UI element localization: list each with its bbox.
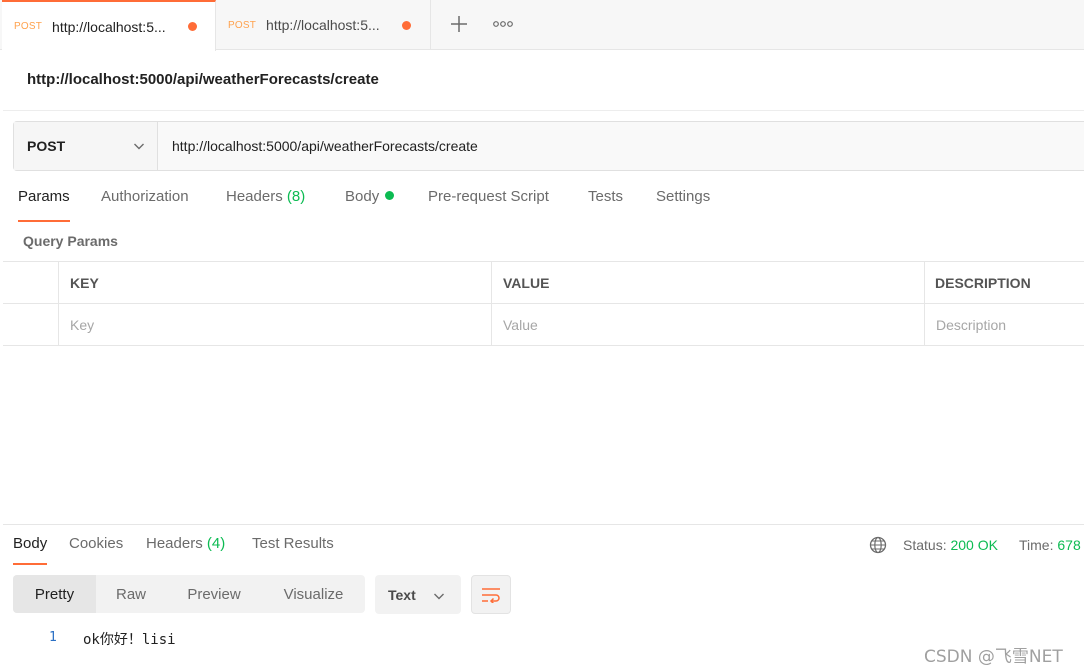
column-header-description: DESCRIPTION: [935, 274, 1031, 291]
tab-tests[interactable]: Tests: [588, 188, 623, 222]
response-tab-cookies[interactable]: Cookies: [69, 535, 123, 565]
active-tab-underline: [18, 220, 70, 222]
tab-label: Body: [13, 535, 48, 552]
response-divider[interactable]: [3, 524, 1084, 525]
unsaved-dot-icon: [402, 20, 412, 30]
request-tab-2[interactable]: POST http://localhost:5...: [216, 0, 431, 50]
view-pretty-button[interactable]: Pretty: [13, 575, 96, 613]
response-body-text: ok你好！lisi: [83, 632, 176, 648]
tab-title: http://localhost:5...: [52, 18, 166, 35]
tab-label: Test Results: [252, 535, 334, 552]
response-tab-headers[interactable]: Headers (4): [146, 535, 225, 565]
globe-icon[interactable]: [869, 536, 887, 554]
line-number: 1: [49, 630, 57, 645]
status-value[interactable]: 200 OK: [950, 537, 997, 553]
chevron-down-icon: [433, 589, 445, 605]
tab-label: Settings: [656, 188, 711, 205]
wrap-lines-icon[interactable]: [471, 575, 511, 614]
response-tab-body[interactable]: Body: [13, 535, 48, 565]
key-input[interactable]: Key: [59, 304, 491, 345]
active-tab-underline: [13, 563, 48, 565]
tab-label: Authorization: [101, 188, 189, 205]
request-tab-1[interactable]: POST http://localhost:5...: [2, 0, 216, 51]
time-value[interactable]: 678: [1057, 537, 1080, 553]
tab-label: Headers: [226, 188, 283, 205]
url-input[interactable]: http://localhost:5000/api/weatherForecas…: [172, 122, 1072, 170]
column-divider: [491, 262, 492, 345]
watermark: CSDN @飞雪NET: [924, 647, 1063, 667]
response-time: Time: 678: [1019, 537, 1081, 553]
query-params-table: KEY VALUE DESCRIPTION Key Value Descript…: [3, 261, 1084, 346]
view-preview-button[interactable]: Preview: [166, 575, 262, 613]
body-indicator-dot-icon: [385, 191, 395, 200]
url-bar: POST http://localhost:5000/api/weatherFo…: [13, 121, 1084, 171]
new-tab-plus-icon[interactable]: [446, 10, 472, 38]
query-params-title: Query Params: [23, 233, 118, 249]
view-raw-button[interactable]: Raw: [96, 575, 166, 613]
tab-label: Tests: [588, 188, 624, 205]
tab-label: Cookies: [69, 535, 124, 552]
tab-label: Params: [18, 188, 70, 205]
tab-method-label: POST: [14, 21, 43, 32]
headers-count: (4): [206, 535, 226, 552]
tab-method-label: POST: [228, 19, 257, 31]
tab-bar: POST http://localhost:5... POST http://l…: [0, 0, 1084, 51]
table-row: Key Value Description: [3, 304, 1084, 346]
method-dropdown[interactable]: POST: [14, 122, 158, 170]
more-options-icon[interactable]: [490, 12, 516, 36]
column-header-key: KEY: [70, 274, 99, 291]
column-divider: [924, 262, 925, 345]
request-name[interactable]: http://localhost:5000/api/weatherForecas…: [27, 71, 379, 88]
divider: [3, 110, 1084, 111]
view-visualize-button[interactable]: Visualize: [262, 575, 365, 613]
tab-pre-request-script[interactable]: Pre-request Script: [428, 188, 549, 222]
tab-label: Pre-request Script: [428, 188, 549, 205]
tab-headers[interactable]: Headers (8): [226, 188, 305, 222]
response-status: Status: 200 OK: [903, 537, 998, 553]
value-input[interactable]: Value: [492, 304, 924, 345]
response-view-switcher: Pretty Raw Preview Visualize: [13, 575, 365, 613]
tab-params[interactable]: Params: [18, 188, 70, 222]
description-input[interactable]: Description: [925, 304, 1084, 345]
column-header-value: VALUE: [503, 274, 550, 291]
chevron-down-icon: [133, 139, 145, 155]
tab-label: Body: [345, 188, 380, 205]
tab-title: http://localhost:5...: [266, 17, 380, 33]
status-label: Status:: [903, 537, 947, 553]
headers-count: (8): [286, 188, 306, 205]
tab-label: Headers: [146, 535, 203, 552]
tab-settings[interactable]: Settings: [656, 188, 710, 222]
unsaved-dot-icon: [188, 22, 198, 31]
response-body-editor[interactable]: 1 ok你好！lisi: [0, 626, 600, 652]
method-value: POST: [27, 138, 66, 154]
format-dropdown[interactable]: Text: [375, 575, 461, 614]
column-divider: [58, 262, 59, 345]
tab-authorization[interactable]: Authorization: [101, 188, 189, 222]
format-value: Text: [388, 586, 416, 603]
table-header-row: KEY VALUE DESCRIPTION: [3, 262, 1084, 304]
response-tab-test-results[interactable]: Test Results: [252, 535, 334, 565]
tab-body[interactable]: Body: [345, 188, 395, 222]
time-label: Time:: [1019, 537, 1054, 553]
